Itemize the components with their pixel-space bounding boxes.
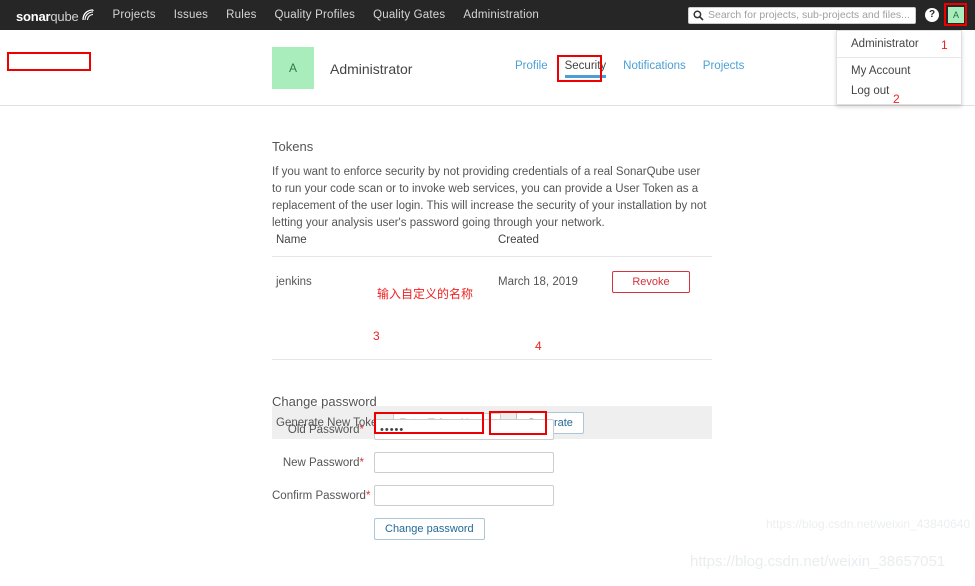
old-password-row: Old Password* [272,419,712,440]
change-password-title: Change password [272,394,377,409]
change-password-form: Old Password* New Password* Confirm Pass… [272,419,712,540]
tokens-description: If you want to enforce security by not p… [272,166,707,229]
annotation-number-2: 2 [893,92,900,106]
sonarqube-logo[interactable]: sonar qube [16,7,95,24]
new-password-field[interactable] [374,452,554,473]
tab-notifications[interactable]: Notifications [623,60,686,78]
tokens-col-name: Name [272,234,494,257]
confirm-password-field[interactable] [374,485,554,506]
confirm-password-label-text: Confirm Password [272,489,366,502]
account-tabs: Profile Security Notifications Projects [515,60,744,78]
watermark-top: https://blog.csdn.net/weixin_43840640 [766,517,971,531]
old-password-label: Old Password* [272,424,374,436]
nav-link-quality-gates[interactable]: Quality Gates [373,9,445,21]
wave-icon [81,8,95,25]
tokens-divider [272,359,712,360]
old-password-field[interactable] [374,419,554,440]
tab-projects[interactable]: Projects [703,60,745,78]
account-header: A Administrator Profile Security Notific… [0,30,975,106]
tab-security[interactable]: Security [564,60,606,78]
watermark-bottom: https://blog.csdn.net/weixin_38657051 [690,553,946,570]
tokens-col-created: Created [494,234,608,257]
nav-link-issues[interactable]: Issues [174,9,208,21]
confirm-password-row: Confirm Password* [272,485,712,506]
nav-link-quality-profiles[interactable]: Quality Profiles [275,9,356,21]
dropdown-divider [837,57,961,58]
help-icon[interactable]: ? [925,8,939,22]
primary-nav: Projects Issues Rules Quality Profiles Q… [113,9,540,21]
tab-profile[interactable]: Profile [515,60,548,78]
required-marker: * [359,456,364,469]
account-avatar: A [272,47,314,89]
annotation-number-4: 4 [535,339,542,353]
nav-link-rules[interactable]: Rules [226,9,256,21]
required-marker: * [365,489,371,502]
dropdown-item-my-account[interactable]: My Account [837,61,961,81]
annotation-chinese-token-name: 输入自定义的名称 [377,287,474,301]
new-password-row: New Password* [272,452,712,473]
brand-qube-text: qube [50,8,79,24]
avatar-highlight-box [944,3,967,26]
token-created-cell: March 18, 2019 [498,276,578,288]
required-marker: * [359,423,364,436]
new-password-label-text: New Password [282,456,360,469]
tokens-title: Tokens [272,139,314,154]
change-password-submit-row: Change password [272,518,712,540]
new-password-label: New Password* [272,457,374,469]
tokens-table-header-row: Name Created [272,234,712,257]
user-avatar-button[interactable]: A [944,3,967,26]
search-icon [693,9,704,21]
nav-link-administration[interactable]: Administration [463,9,539,21]
token-actions-cell: Revoke [608,257,712,306]
top-navbar: sonar qube Projects Issues Rules Quality … [0,0,975,30]
revoke-button[interactable]: Revoke [612,271,690,293]
tokens-col-actions [608,234,712,257]
global-search[interactable] [688,6,916,24]
brand-sonar-text: sonar [16,8,51,24]
search-input[interactable] [708,9,911,21]
nav-link-projects[interactable]: Projects [113,9,156,21]
annotation-number-1: 1 [941,38,948,52]
table-row: jenkins March 18, 2019 Revoke [272,257,712,306]
account-avatar-initial: A [288,61,297,75]
navbar-right-group: ? A [688,0,975,30]
change-password-button[interactable]: Change password [374,518,485,540]
annotation-number-3: 3 [373,329,380,343]
confirm-password-label: Confirm Password* [272,490,374,502]
account-name: Administrator [330,61,413,77]
tokens-table: Name Created jenkins March 18, 2019 Revo… [272,234,712,305]
old-password-label-text: Old Password [287,423,360,436]
